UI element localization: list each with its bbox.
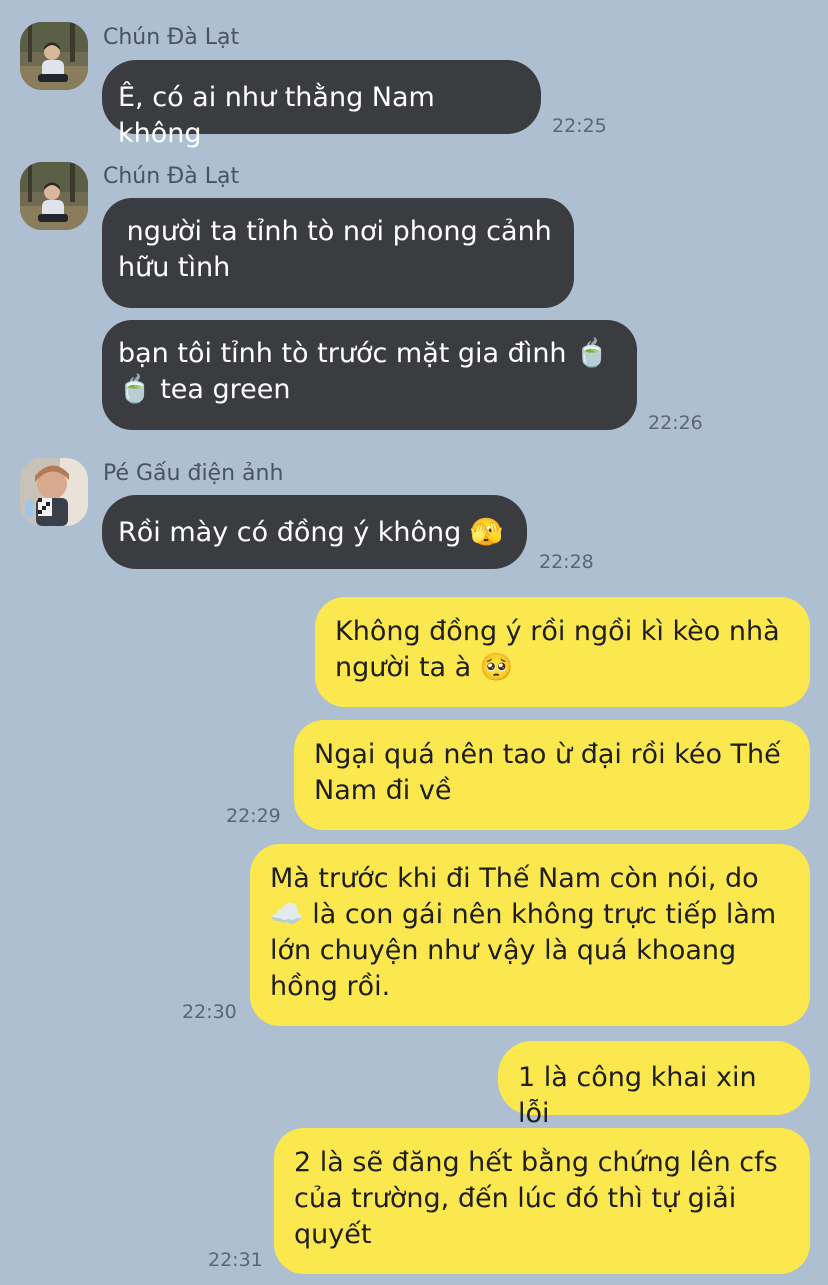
sender-name: Chún Đà Lạt [103,164,240,189]
message-timestamp: 22:26 [648,412,703,434]
avatar-chun-photo [20,22,88,90]
message-bubble[interactable]: Rồi mày có đồng ý không 🫣 [102,495,527,569]
message-timestamp: 22:25 [552,115,607,137]
sender-name: Chún Đà Lạt [103,25,240,50]
message-bubble[interactable]: Mà trước khi đi Thế Nam còn nói, do ☁️ l… [250,844,810,1026]
message-timestamp: 22:30 [182,1001,237,1023]
message-bubble[interactable]: bạn tôi tỉnh tò trước mặt gia đình 🍵 🍵 t… [102,320,637,430]
message-bubble[interactable]: Không đồng ý rồi ngồi kì kèo nhà người t… [315,597,810,707]
message-bubble[interactable]: người ta tỉnh tò nơi phong cảnh hữu tình [102,198,574,308]
avatar-chun[interactable] [20,22,88,90]
chat-view: Chún Đà Lạt Ê, có ai như thằng Nam không… [0,0,828,1285]
sender-name: Pé Gấu điện ảnh [103,461,284,486]
message-bubble[interactable]: Ngại quá nên tao ừ đại rồi kéo Thế Nam đ… [294,720,810,830]
message-timestamp: 22:29 [226,805,281,827]
avatar-chun[interactable] [20,162,88,230]
avatar-pe-gau-photo [20,458,88,526]
message-bubble[interactable]: Ê, có ai như thằng Nam không [102,60,541,149]
message-bubble[interactable]: 2 là sẽ đăng hết bằng chứng lên cfs của … [274,1128,810,1274]
message-timestamp: 22:31 [208,1249,263,1271]
avatar-pe-gau[interactable] [20,458,88,526]
message-timestamp: 22:28 [539,551,594,573]
avatar-chun-photo [20,162,88,230]
message-bubble[interactable]: 1 là công khai xin lỗi [498,1041,810,1129]
